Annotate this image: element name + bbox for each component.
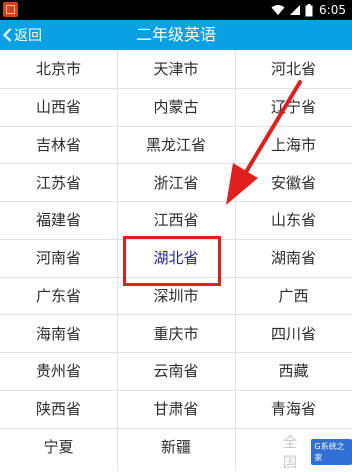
province-label: 西藏 bbox=[278, 362, 309, 381]
province-cell[interactable]: 陕西省 bbox=[0, 390, 117, 428]
province-label: 山西省 bbox=[35, 98, 81, 117]
province-cell[interactable]: 山西省 bbox=[0, 88, 117, 126]
province-label: 黑龙江省 bbox=[145, 135, 206, 154]
province-label: 河北省 bbox=[270, 60, 316, 79]
province-label: 江苏省 bbox=[35, 173, 81, 192]
province-label: 吉林省 bbox=[35, 135, 81, 154]
province-cell[interactable]: 河北省 bbox=[235, 50, 352, 88]
status-bar: 6:05 bbox=[0, 0, 352, 20]
province-cell[interactable]: 黑龙江省 bbox=[117, 126, 235, 164]
province-label: 深圳市 bbox=[153, 286, 199, 305]
province-cell[interactable]: 西藏 bbox=[235, 352, 352, 390]
province-cell[interactable]: 新疆 bbox=[117, 428, 235, 466]
province-label: 内蒙古 bbox=[153, 98, 199, 117]
province-cell[interactable]: 北京市 bbox=[0, 50, 117, 88]
province-cell[interactable]: 广西 bbox=[235, 277, 352, 315]
province-label: 贵州省 bbox=[35, 362, 81, 381]
province-label: 陕西省 bbox=[35, 400, 81, 419]
province-cell[interactable]: 宁夏 bbox=[0, 428, 117, 466]
province-cell[interactable]: 上海市 bbox=[235, 126, 352, 164]
province-label: 云南省 bbox=[153, 362, 199, 381]
title-bar: 返回 二年级英语 bbox=[0, 20, 352, 50]
app-notification-icon bbox=[3, 2, 18, 17]
province-label: 海南省 bbox=[35, 324, 81, 343]
province-label: 山东省 bbox=[270, 211, 316, 230]
province-label: 湖南省 bbox=[270, 249, 316, 268]
province-label: 江西省 bbox=[153, 211, 199, 230]
province-label: 新疆 bbox=[160, 437, 191, 456]
province-label: 广东省 bbox=[35, 286, 81, 305]
province-cell[interactable]: 吉林省 bbox=[0, 126, 117, 164]
status-time: 6:05 bbox=[319, 3, 346, 17]
province-cell[interactable]: 海南省 bbox=[0, 314, 117, 352]
signal-icon bbox=[290, 5, 301, 15]
province-label: 北京市 bbox=[35, 60, 81, 79]
province-cell[interactable]: 重庆市 bbox=[117, 314, 235, 352]
status-icons: 6:05 bbox=[271, 0, 346, 20]
watermark-text: 全国 bbox=[283, 435, 297, 471]
watermark: 全国 G系统之家 bbox=[283, 435, 352, 471]
province-cell[interactable]: 浙江省 bbox=[117, 163, 235, 201]
province-cell[interactable]: 甘肃省 bbox=[117, 390, 235, 428]
province-cell[interactable]: 内蒙古 bbox=[117, 88, 235, 126]
province-label: 河南省 bbox=[35, 249, 81, 268]
province-cell[interactable]: 辽宁省 bbox=[235, 88, 352, 126]
province-label: 天津市 bbox=[153, 60, 199, 79]
wifi-icon bbox=[271, 5, 285, 15]
province-label: 浙江省 bbox=[153, 173, 199, 192]
province-cell[interactable]: 山东省 bbox=[235, 201, 352, 239]
province-cell[interactable]: 河南省 bbox=[0, 239, 117, 277]
province-label: 重庆市 bbox=[153, 324, 199, 343]
province-label: 福建省 bbox=[35, 211, 81, 230]
watermark-logo: G系统之家 bbox=[311, 439, 352, 465]
province-cell[interactable]: 福建省 bbox=[0, 201, 117, 239]
province-cell[interactable]: 云南省 bbox=[117, 352, 235, 390]
battery-icon bbox=[305, 3, 313, 16]
province-label: 广西 bbox=[278, 286, 309, 305]
province-cell[interactable]: 江苏省 bbox=[0, 163, 117, 201]
province-cell[interactable]: 江西省 bbox=[117, 201, 235, 239]
province-cell[interactable]: 四川省 bbox=[235, 314, 352, 352]
province-label: 甘肃省 bbox=[153, 400, 199, 419]
province-cell[interactable]: 贵州省 bbox=[0, 352, 117, 390]
province-label: 上海市 bbox=[270, 135, 316, 154]
page-title: 二年级英语 bbox=[135, 25, 216, 44]
province-label: 宁夏 bbox=[43, 437, 74, 456]
province-label: 安徽省 bbox=[270, 173, 316, 192]
province-cell[interactable]: 天津市 bbox=[117, 50, 235, 88]
province-cell[interactable]: 青海省 bbox=[235, 390, 352, 428]
province-label: 四川省 bbox=[270, 324, 316, 343]
highlight-box bbox=[123, 236, 221, 286]
province-cell[interactable]: 广东省 bbox=[0, 277, 117, 315]
province-cell[interactable]: 安徽省 bbox=[235, 163, 352, 201]
province-cell[interactable]: 湖南省 bbox=[235, 239, 352, 277]
province-label: 青海省 bbox=[270, 400, 316, 419]
province-label: 辽宁省 bbox=[270, 98, 316, 117]
